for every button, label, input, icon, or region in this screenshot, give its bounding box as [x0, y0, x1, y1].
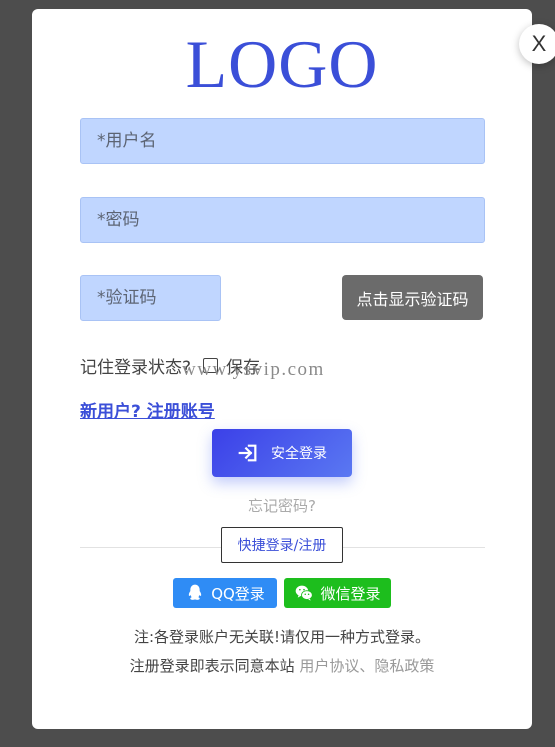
user-agreement-link[interactable]: 用户协议 [299, 657, 359, 675]
sign-in-icon [238, 444, 257, 462]
secure-login-button[interactable]: 安全登录 [212, 429, 352, 477]
policy-separator: 、 [359, 657, 375, 675]
quick-login-button[interactable]: 快捷登录/注册 [221, 527, 343, 563]
login-label: 安全登录 [271, 446, 327, 462]
agreement-prefix: 注册登录即表示同意本站 [129, 657, 295, 675]
qq-login-button[interactable]: QQ登录 [173, 578, 277, 608]
wechat-login-button[interactable]: 微信登录 [284, 578, 391, 608]
privacy-policy-link[interactable]: 隐私政策 [374, 657, 434, 675]
forgot-password-link[interactable]: 忘记密码? [32, 495, 532, 516]
close-icon: X [531, 31, 547, 56]
remember-label: 记住登录状态? [80, 358, 192, 378]
register-link[interactable]: 新用户? 注册账号 [80, 397, 215, 422]
password-field[interactable] [80, 197, 485, 243]
agreement-line: 注册登录即表示同意本站 用户协议、隐私政策 [32, 655, 532, 676]
logo: LOGO [185, 26, 379, 102]
wechat-icon [296, 585, 314, 601]
wechat-login-label: 微信登录 [320, 584, 381, 603]
password-input[interactable] [97, 210, 468, 230]
login-dialog: X LOGO 点击显示验证码 记住登录状态? 保存 www.ysvip.com … [32, 9, 555, 729]
account-note: 注:各登录账户无关联!请仅用一种方式登录。 [133, 628, 431, 646]
qq-icon [189, 584, 202, 600]
username-input[interactable] [97, 131, 468, 151]
watermark: www.ysvip.com [182, 359, 325, 380]
username-field[interactable] [80, 118, 485, 164]
captcha-field[interactable] [80, 275, 221, 321]
captcha-input[interactable] [97, 288, 204, 308]
qq-login-label: QQ登录 [211, 584, 265, 603]
show-captcha-button[interactable]: 点击显示验证码 [342, 275, 483, 320]
